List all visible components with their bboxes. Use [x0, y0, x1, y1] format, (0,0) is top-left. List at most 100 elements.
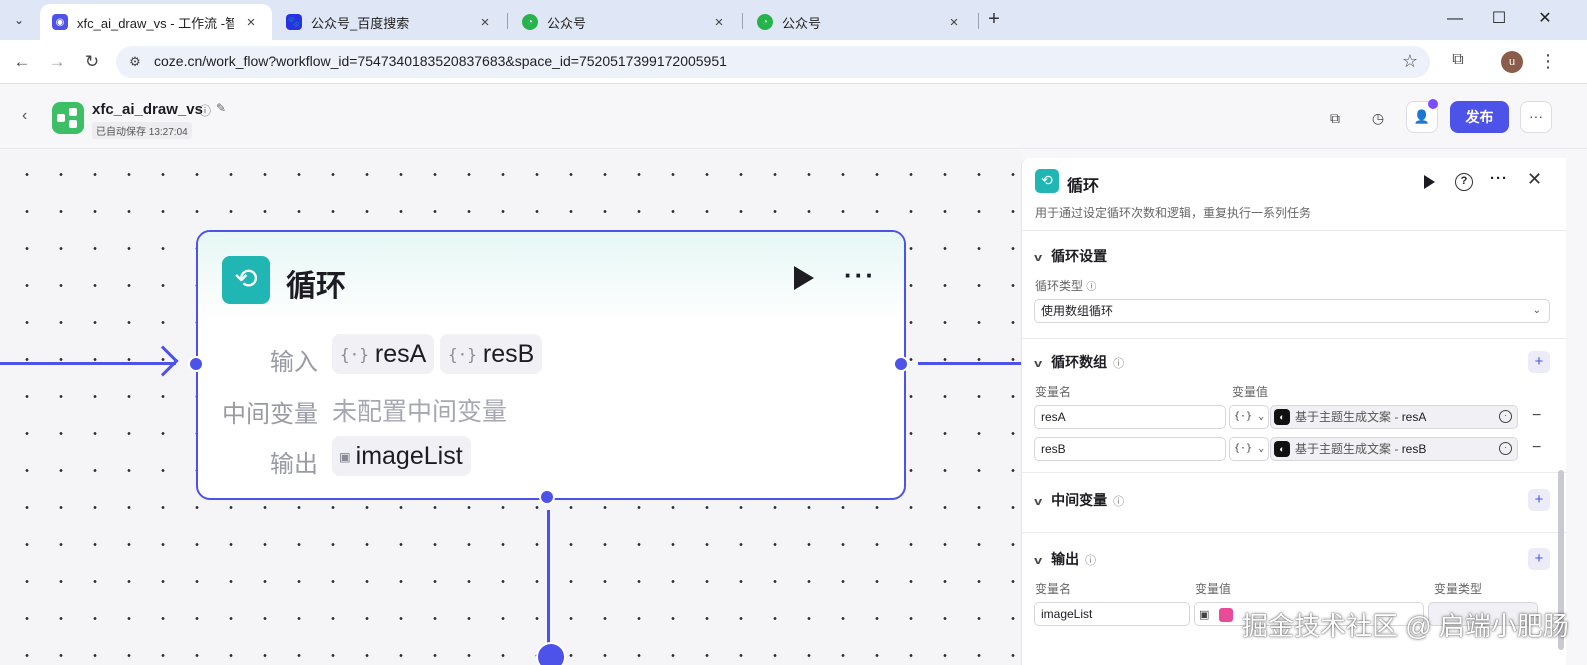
intermediate-header[interactable]: v 中间变量 ⓘ [1034, 490, 1124, 510]
output-name-input[interactable]: imageList [1034, 602, 1190, 626]
app-header: ‹ xfc_ai_draw_vs ⓘ ✎ 已自动保存 13:27:04 ⧉ ◷ … [0, 85, 1587, 149]
var-name-input[interactable]: resA [1034, 405, 1226, 429]
output-chip: ▣ imageList [332, 436, 471, 476]
llm-node-icon: ◐ [1274, 441, 1290, 457]
tab-close-icon[interactable]: × [710, 14, 728, 31]
llm-node-icon: ◐ [1274, 409, 1290, 425]
input-chip: {·} resB [440, 334, 543, 374]
object-type-icon: {·} [448, 344, 477, 364]
publish-button[interactable]: 发布 [1450, 101, 1509, 133]
tab-close-icon[interactable]: × [242, 14, 260, 31]
tab-divider [978, 13, 979, 29]
loop-type-label: 循环类型 ⓘ [1035, 279, 1097, 293]
minimize-icon[interactable]: — [1440, 8, 1470, 32]
output-port[interactable] [893, 356, 909, 372]
back-arrow-icon[interactable]: ← [10, 50, 34, 74]
workflow-name: xfc_ai_draw_vs [92, 101, 203, 118]
loop-node[interactable]: ⟲ 循环 ··· 输入 {·} resA {·} resB 中间变量 未配置中间… [196, 230, 906, 500]
chevron-down-icon: v [1034, 496, 1043, 508]
address-bar[interactable]: ⚙ coze.cn/work_flow?workflow_id=75473401… [116, 46, 1430, 78]
remove-row-icon[interactable]: − [1532, 407, 1541, 425]
object-type-icon: {·} [340, 344, 369, 364]
loop-body-port[interactable] [539, 489, 555, 505]
workflow-canvas[interactable]: ⟲ 循环 ··· 输入 {·} resA {·} resB 中间变量 未配置中间… [0, 150, 1021, 665]
bookmark-star-icon[interactable]: ☆ [1402, 51, 1418, 72]
intermediate-value: 未配置中间变量 [332, 398, 508, 426]
browser-toolbar: ← → ↻ ⚙ coze.cn/work_flow?workflow_id=75… [0, 40, 1587, 84]
child-node-port[interactable] [536, 642, 566, 665]
forward-arrow-icon[interactable]: → [45, 50, 69, 74]
panel-title: 循环 [1067, 178, 1100, 195]
reload-icon[interactable]: ↻ [80, 50, 104, 74]
panel-more-icon[interactable]: ··· [1490, 170, 1508, 187]
panel-description: 用于通过设定循环次数和逻辑，重复执行一系列任务 [1035, 206, 1312, 220]
run-icon[interactable] [1424, 175, 1435, 189]
input-port[interactable] [188, 356, 204, 372]
divider [1022, 532, 1567, 533]
add-output-button[interactable]: + [1528, 548, 1550, 570]
info-icon: ⓘ [1113, 358, 1125, 370]
info-icon[interactable]: ⓘ [199, 102, 211, 119]
loop-body-edge [547, 510, 550, 650]
tab-workflow[interactable]: ◉ xfc_ai_draw_vs - 工作流 -智能 × [40, 4, 272, 40]
var-type-select[interactable]: {·} ⌄ [1229, 405, 1269, 429]
history-icon[interactable]: ◷ [1365, 105, 1391, 131]
clear-icon[interactable]: · [1499, 442, 1512, 455]
col-value-label: 变量值 [1195, 582, 1232, 596]
var-reference[interactable]: ◐ 基于主题生成文案 - resA · [1270, 405, 1518, 429]
extensions-icon[interactable]: ⧉ [1448, 51, 1468, 71]
image-type-icon: ▣ [340, 446, 350, 466]
tab-gongzhonghao-2[interactable]: ◔ 公众号 × [745, 4, 975, 40]
var-type-select[interactable]: {·} ⌄ [1229, 437, 1269, 461]
remove-row-icon[interactable]: − [1532, 439, 1541, 457]
col-name-label: 变量名 [1035, 385, 1072, 399]
var-name-input[interactable]: resB [1034, 437, 1226, 461]
node-settings-panel: ⟲ 循环 ? ··· ✕ 用于通过设定循环次数和逻辑，重复执行一系列任务 v 循环… [1021, 158, 1567, 665]
maximize-icon[interactable]: ☐ [1484, 8, 1514, 32]
var-reference[interactable]: ◐ 基于主题生成文案 - resB · [1270, 437, 1518, 461]
watermark: 掘金技术社区 @ 启端小肥肠 [1242, 611, 1569, 641]
divider [1022, 230, 1567, 231]
more-options-icon[interactable]: ··· [1520, 101, 1552, 133]
new-tab-icon[interactable]: + [982, 8, 1006, 32]
chevron-down-icon: v [1034, 252, 1043, 264]
close-icon[interactable]: ✕ [1527, 169, 1542, 190]
url-text[interactable]: coze.cn/work_flow?workflow_id=7547340183… [154, 53, 727, 69]
intermediate-label: 中间变量 [222, 401, 318, 428]
loop-array-header[interactable]: v 循环数组 ⓘ [1034, 352, 1125, 372]
add-array-item-button[interactable]: + [1528, 351, 1550, 373]
profile-avatar[interactable]: u [1501, 51, 1523, 73]
node-more-icon[interactable]: ··· [844, 260, 876, 291]
site-info-icon[interactable]: ⚙ [126, 53, 144, 71]
tab-search-icon[interactable]: ⌄ [6, 7, 32, 33]
copy-icon[interactable]: ⧉ [1322, 105, 1348, 131]
help-icon[interactable]: ? [1455, 173, 1473, 191]
workflow-logo-icon [52, 102, 84, 134]
clear-icon[interactable]: · [1499, 410, 1512, 423]
info-icon: ⓘ [1085, 555, 1097, 567]
chevron-down-icon: v [1034, 555, 1043, 567]
tab-close-icon[interactable]: × [476, 14, 494, 31]
run-icon[interactable] [794, 266, 814, 290]
window-close-icon[interactable]: ✕ [1530, 8, 1560, 32]
edit-icon[interactable]: ✎ [216, 101, 226, 115]
loop-type-select[interactable]: 使用数组循环 ⌄ [1034, 299, 1550, 323]
divider [1022, 472, 1567, 473]
browser-menu-icon[interactable]: ⋮ [1538, 50, 1558, 74]
wechat-favicon-icon: ◔ [522, 14, 538, 30]
image-node-icon [1218, 607, 1233, 622]
divider [1022, 338, 1567, 339]
add-intermediate-button[interactable]: + [1528, 489, 1550, 511]
back-chevron-icon[interactable]: ‹ [22, 107, 27, 125]
loop-icon: ⟲ [222, 256, 270, 304]
input-label: 输入 [270, 349, 318, 376]
tab-gongzhonghao-1[interactable]: ◔ 公众号 × [510, 4, 740, 40]
input-chip: {·} resA [332, 334, 435, 374]
tab-close-icon[interactable]: × [945, 14, 963, 31]
chevron-down-icon: v [1034, 358, 1043, 370]
tab-baidu-search[interactable]: 🐾 公众号_百度搜索 × [274, 4, 506, 40]
loop-settings-header[interactable]: v 循环设置 [1034, 246, 1107, 266]
output-header[interactable]: v 输出 ⓘ [1034, 549, 1097, 569]
info-icon: ⓘ [1086, 282, 1097, 293]
output-label: 输出 [270, 451, 318, 478]
